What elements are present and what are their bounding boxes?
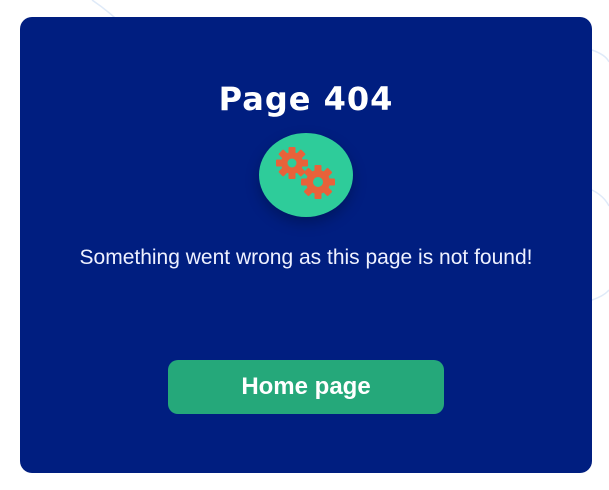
page-title: Page 404 bbox=[218, 80, 394, 118]
gears-icon bbox=[259, 133, 353, 217]
home-page-button[interactable]: Home page bbox=[168, 360, 444, 414]
error-card: Page 404 Something went wrong as this pa… bbox=[20, 17, 592, 473]
error-message: Something went wrong as this page is not… bbox=[79, 246, 533, 269]
